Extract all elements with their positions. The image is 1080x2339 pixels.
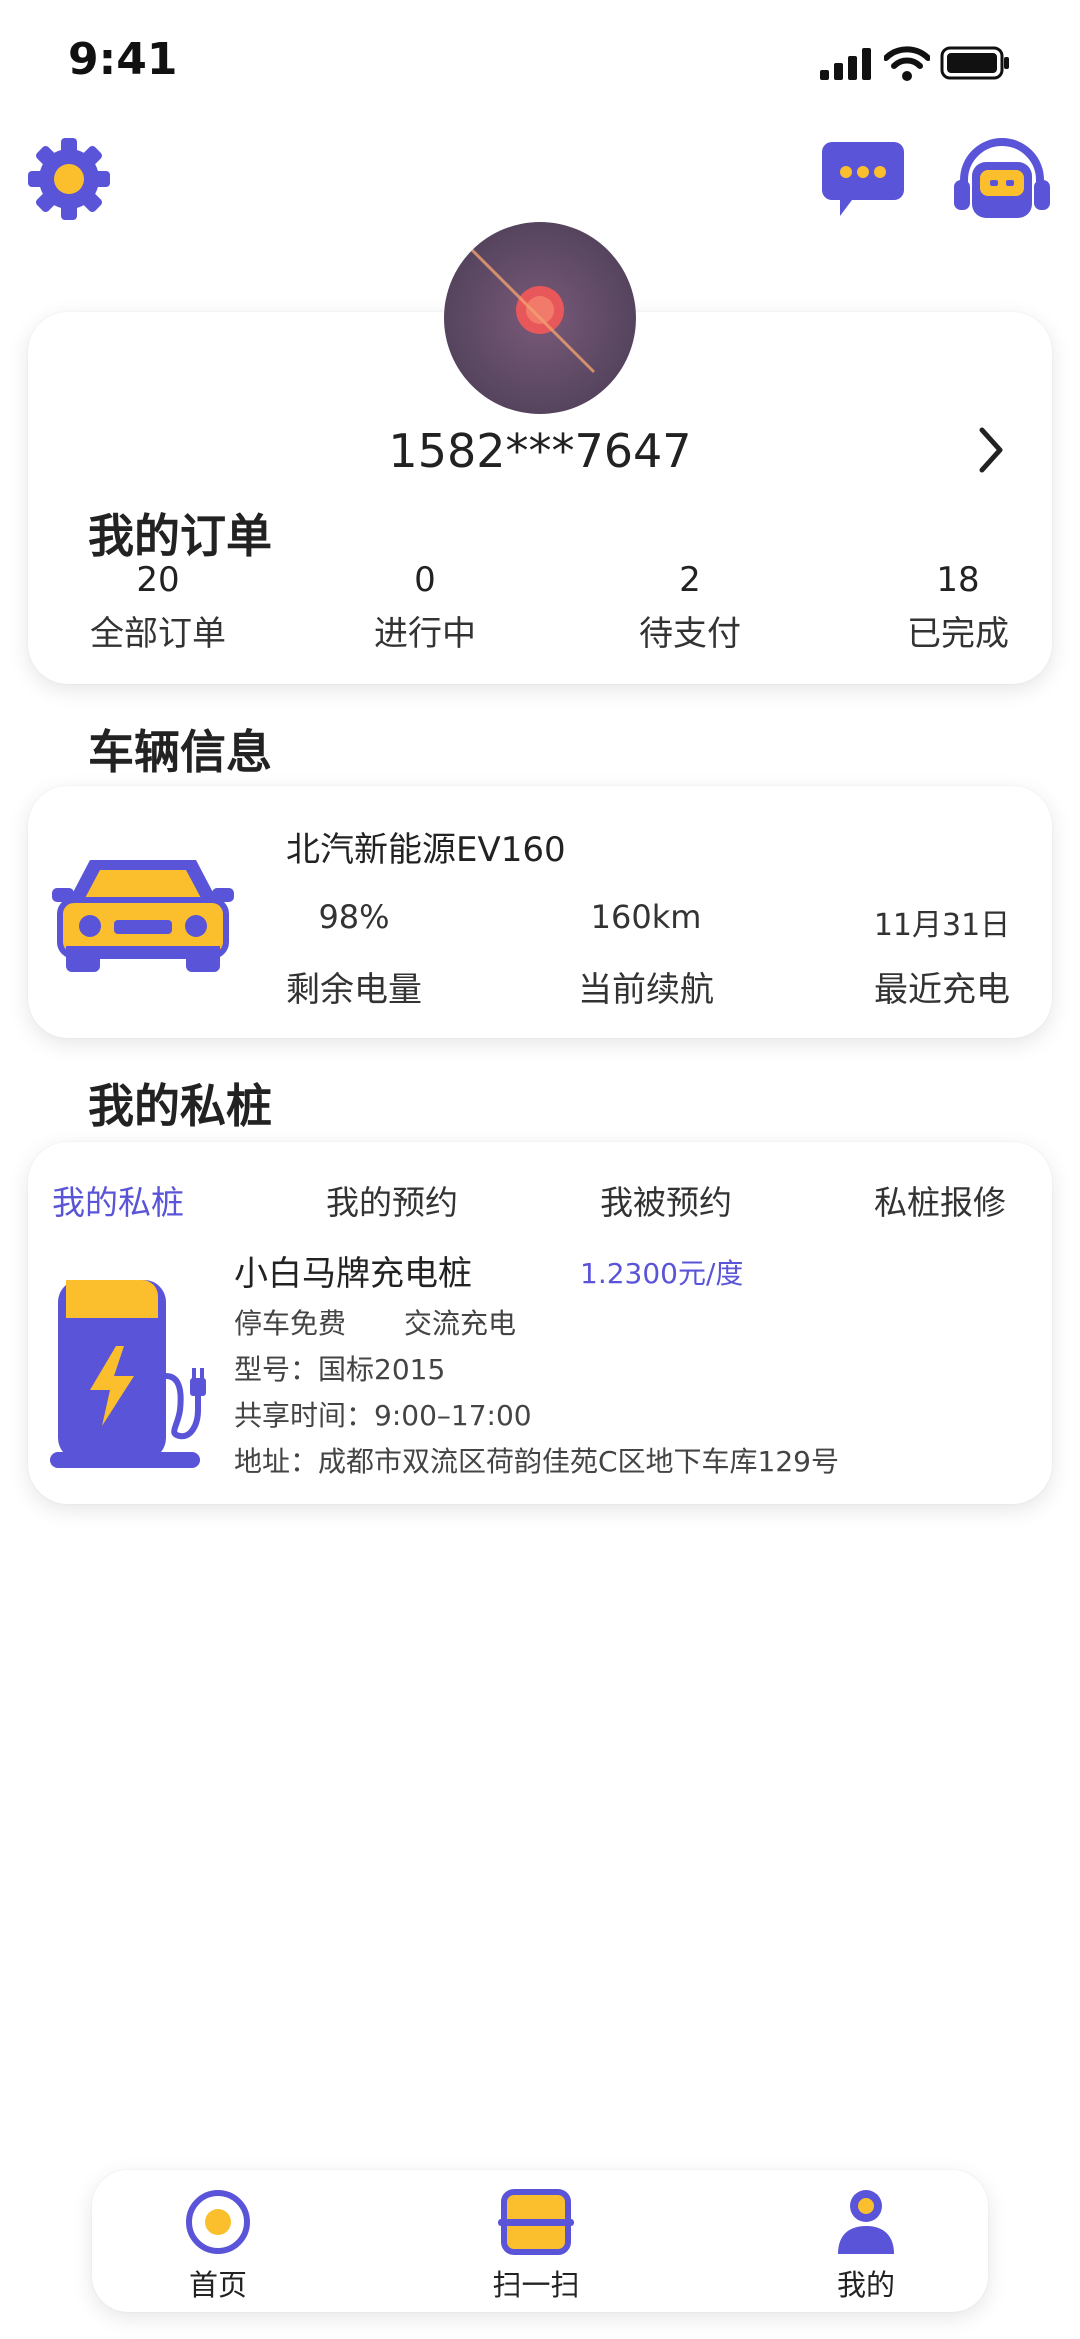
gear-icon[interactable] (26, 136, 112, 222)
charging-station-icon (50, 1276, 206, 1470)
nav-home-label: 首页 (188, 2268, 247, 2302)
chat-bubble-icon[interactable] (820, 140, 906, 220)
signal-icon (820, 48, 872, 80)
nav-scan-label: 扫一扫 (492, 2268, 580, 2302)
wifi-icon (883, 46, 931, 82)
chevron-right-icon[interactable] (976, 426, 1006, 474)
tab-pile-repair[interactable]: 私桩报修 (874, 1176, 1006, 1224)
pile-tag-free-parking: 停车免费 (234, 1307, 347, 1340)
pile-price: 1.2300元/度 (580, 1257, 744, 1290)
order-label-completed[interactable]: 已完成 (858, 606, 1058, 655)
pile-name: 小白马牌充电桩 (234, 1254, 472, 1294)
pile-address: 地址：成都市双流区荷韵佳苑C区地下车库129号 (234, 1445, 839, 1478)
tab-my-reservations[interactable]: 我的预约 (326, 1176, 458, 1224)
pile-section-title: 我的私桩 (88, 1079, 272, 1133)
battery-level-label: 剩余电量 (286, 970, 422, 1010)
order-label-in-progress[interactable]: 进行中 (325, 606, 525, 655)
vehicle-model: 北汽新能源EV160 (286, 830, 566, 870)
range-value: 160km (590, 898, 702, 936)
orders-title: 我的订单 (88, 509, 272, 563)
order-count-completed[interactable]: 18 (858, 560, 1058, 600)
battery-level-value: 98% (318, 898, 390, 936)
avatar[interactable] (444, 222, 636, 414)
headset-icon[interactable] (952, 138, 1052, 220)
pile-model: 型号：国标2015 (234, 1353, 446, 1386)
order-count-pending-payment[interactable]: 2 (590, 560, 790, 600)
nav-home[interactable]: 首页 (118, 2188, 318, 2304)
tab-my-pile[interactable]: 我的私桩 (52, 1176, 184, 1224)
car-icon (50, 850, 236, 974)
status-time: 9:41 (68, 34, 178, 85)
pile-share-time: 共享时间：9:00–17:00 (234, 1399, 532, 1432)
last-charge-label: 最近充电 (874, 970, 1010, 1010)
pile-tag-ac-charging: 交流充电 (404, 1307, 517, 1340)
battery-icon (940, 46, 1010, 80)
range-label: 当前续航 (578, 970, 714, 1010)
user-icon (836, 2188, 896, 2256)
phone-number: 1582***7647 (388, 424, 692, 478)
order-label-pending-payment[interactable]: 待支付 (590, 606, 790, 655)
nav-scan[interactable]: 扫一扫 (436, 2188, 636, 2304)
nav-profile[interactable]: 我的 (766, 2188, 966, 2304)
order-count-all[interactable]: 20 (58, 560, 258, 600)
vehicle-section-title: 车辆信息 (88, 725, 272, 779)
tab-reserved-by-others[interactable]: 我被预约 (600, 1176, 732, 1224)
order-label-all[interactable]: 全部订单 (58, 606, 258, 655)
home-icon (184, 2188, 252, 2256)
scan-icon (498, 2188, 574, 2256)
last-charge-value: 11月31日 (873, 908, 1011, 943)
nav-profile-label: 我的 (836, 2268, 895, 2302)
order-count-in-progress[interactable]: 0 (325, 560, 525, 600)
